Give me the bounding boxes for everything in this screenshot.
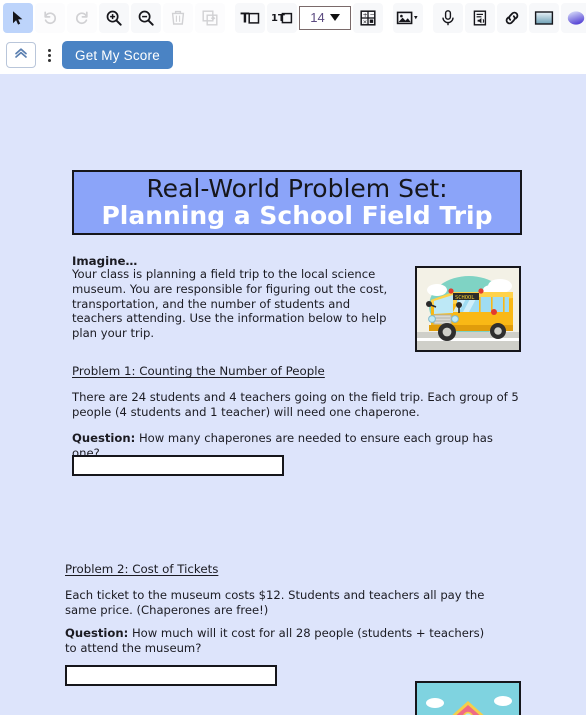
undo-button[interactable]	[35, 2, 65, 33]
main-toolbar: T 1T 14 + − ×	[0, 0, 586, 36]
problem-2-question-label: Question:	[65, 626, 129, 640]
table-button[interactable]: + − ×	[353, 2, 383, 33]
school-bus-illustration: SCHOOL	[415, 266, 521, 352]
redo-icon	[73, 9, 91, 27]
problem-2-answer-input[interactable]	[65, 665, 277, 686]
text-box-icon: T	[240, 9, 260, 27]
zoom-out-icon	[137, 9, 155, 27]
kebab-dot	[47, 58, 51, 62]
problem-2-question-text: How much will it cost for all 28 people …	[65, 626, 485, 655]
redo-button[interactable]	[67, 2, 97, 33]
image-icon	[396, 9, 420, 27]
font-size-value: 14	[310, 10, 325, 25]
museum-building-illustration: MUSEUM	[415, 681, 521, 715]
svg-text:SCHOOL: SCHOOL	[455, 295, 474, 301]
title-banner[interactable]: Real-World Problem Set: Planning a Schoo…	[72, 170, 522, 235]
insert-link-button[interactable]	[497, 2, 527, 33]
problem-1-answer-input[interactable]	[72, 455, 284, 476]
title-line-1: Real-World Problem Set:	[146, 173, 448, 203]
svg-text:+: +	[363, 11, 368, 18]
trash-icon	[169, 9, 187, 27]
title-line-2: Planning a School Field Trip	[101, 201, 493, 230]
zoom-in-button[interactable]	[99, 2, 129, 33]
duplicate-icon	[201, 9, 219, 27]
svg-text:−: −	[370, 11, 375, 18]
add-text-line-button[interactable]: 1T	[267, 2, 297, 33]
text-line-icon: 1T	[271, 9, 293, 27]
problem-1-question-label: Question:	[72, 431, 136, 445]
zoom-in-icon	[105, 9, 123, 27]
problem-2-body: Each ticket to the museum costs $12. Stu…	[65, 588, 485, 617]
svg-text:×: ×	[363, 19, 368, 25]
shape-color-button[interactable]	[561, 2, 586, 33]
add-textbox-button[interactable]: T	[235, 2, 265, 33]
overflow-menu-button[interactable]	[42, 42, 56, 68]
speaker-page-icon	[471, 9, 489, 27]
secondary-toolbar: Get My Score	[0, 36, 586, 74]
get-my-score-button[interactable]: Get My Score	[62, 41, 173, 69]
link-icon	[503, 9, 521, 27]
microphone-icon	[439, 9, 457, 27]
document-canvas[interactable]: Real-World Problem Set: Planning a Schoo…	[0, 74, 586, 715]
problem-2-heading: Problem 2: Cost of Tickets	[65, 562, 219, 576]
svg-text:T: T	[241, 11, 250, 26]
text-to-speech-button[interactable]	[465, 2, 495, 33]
problem-1-heading: Problem 1: Counting the Number of People	[72, 364, 325, 378]
background-color-button[interactable]	[529, 2, 559, 33]
record-audio-button[interactable]	[433, 2, 463, 33]
undo-icon	[41, 9, 59, 27]
chevron-down-icon	[329, 14, 340, 21]
rectangle-fill-icon	[534, 10, 554, 26]
kebab-dot	[47, 48, 51, 52]
select-cursor-tool[interactable]	[3, 2, 33, 33]
delete-button[interactable]	[163, 2, 193, 33]
insert-image-button[interactable]	[393, 2, 423, 33]
duplicate-button[interactable]	[195, 2, 225, 33]
kebab-dot	[47, 53, 51, 57]
font-size-select[interactable]: 14	[299, 5, 351, 30]
intro-body: Your class is planning a field trip to t…	[72, 267, 388, 341]
cursor-icon	[10, 10, 26, 26]
chevron-double-up-icon	[13, 46, 29, 65]
ellipse-fill-icon	[566, 9, 586, 27]
problem-1-body: There are 24 students and 4 teachers goi…	[72, 390, 519, 419]
zoom-out-button[interactable]	[131, 2, 161, 33]
table-icon: + − ×	[359, 9, 377, 27]
problem-2-question: Question: How much will it cost for all …	[65, 626, 495, 656]
collapse-toolbar-button[interactable]	[6, 42, 36, 68]
